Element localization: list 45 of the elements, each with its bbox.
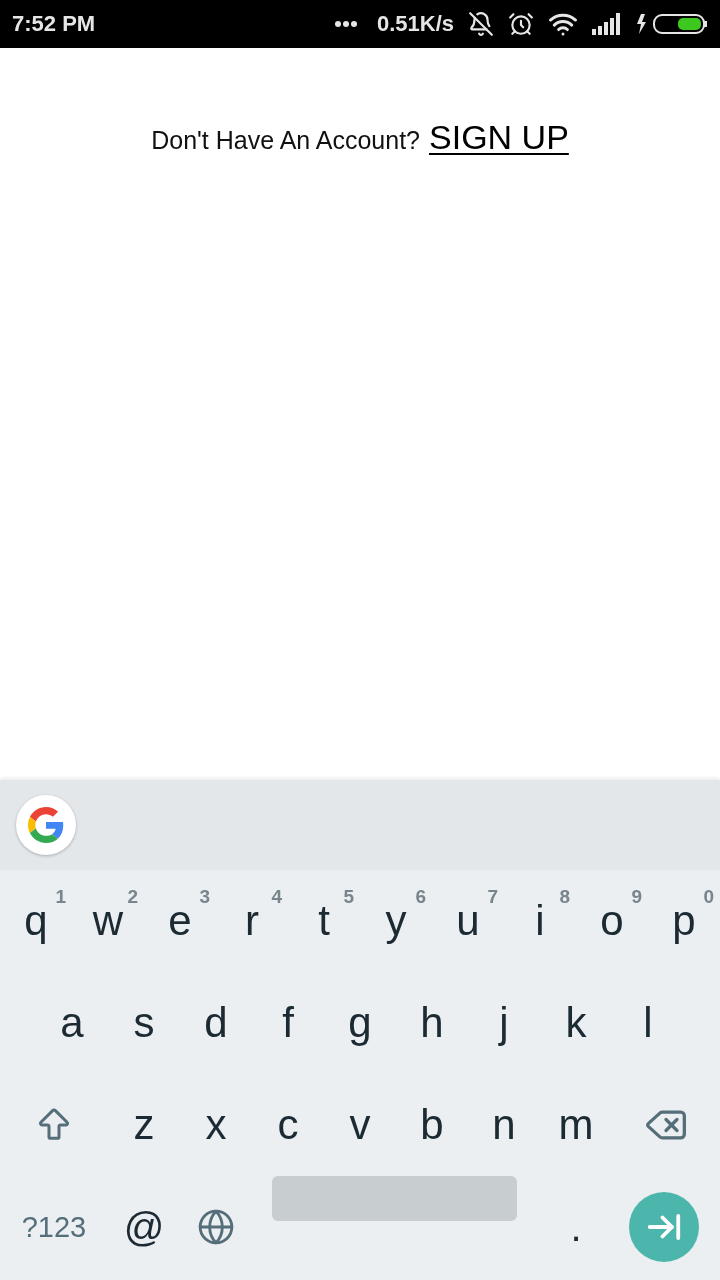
bell-off-icon [468, 11, 494, 37]
number-hint: 7 [487, 886, 498, 908]
symbols-key[interactable]: ?123 [0, 1176, 108, 1278]
letter-key[interactable]: m [540, 1074, 612, 1176]
globe-icon [197, 1208, 235, 1246]
number-hint: 5 [343, 886, 354, 908]
letter-key[interactable]: f [252, 972, 324, 1074]
sign-up-link[interactable]: SIGN UP [429, 118, 569, 157]
letter-key[interactable]: n [468, 1074, 540, 1176]
letter-key[interactable]: a [36, 972, 108, 1074]
number-hint: 9 [631, 886, 642, 908]
letter-key[interactable]: v [324, 1074, 396, 1176]
alarm-clock-icon [508, 11, 534, 37]
letter-key[interactable]: g [324, 972, 396, 1074]
g-button[interactable] [16, 795, 76, 855]
letter-key[interactable]: k [540, 972, 612, 1074]
letter-key[interactable]: x [180, 1074, 252, 1176]
battery-charging-icon [636, 13, 708, 35]
number-hint: 1 [55, 886, 66, 908]
g-logo-icon [28, 807, 64, 843]
account-prompt: Don't Have An Account? [151, 126, 420, 155]
letter-key[interactable]: s [108, 972, 180, 1074]
letter-key[interactable]: y 6 [360, 870, 432, 972]
number-hint: 8 [559, 886, 570, 908]
status-time: 7:52 PM [12, 11, 97, 37]
character-key[interactable]: . [540, 1176, 612, 1278]
letter-key[interactable]: r 4 [216, 870, 288, 972]
letter-key[interactable]: i 8 [504, 870, 576, 972]
number-hint: 3 [199, 886, 210, 908]
character-key[interactable]: @ [108, 1176, 180, 1278]
number-hint: 6 [415, 886, 426, 908]
letter-key[interactable]: j [468, 972, 540, 1074]
number-hint: 4 [271, 886, 282, 908]
more-dots-icon [334, 21, 357, 27]
number-hint: 0 [703, 886, 714, 908]
letter-key[interactable]: z [108, 1074, 180, 1176]
letter-key[interactable]: d [180, 972, 252, 1074]
network-speed: 0.51K/s [376, 11, 454, 37]
number-hint: 2 [127, 886, 138, 908]
signal-bars-icon [592, 13, 622, 35]
letter-key[interactable]: h [396, 972, 468, 1074]
letter-key[interactable]: l [612, 972, 684, 1074]
letter-key[interactable]: b [396, 1074, 468, 1176]
letter-key[interactable]: t 5 [288, 870, 360, 972]
letter-key[interactable]: c [252, 1074, 324, 1176]
